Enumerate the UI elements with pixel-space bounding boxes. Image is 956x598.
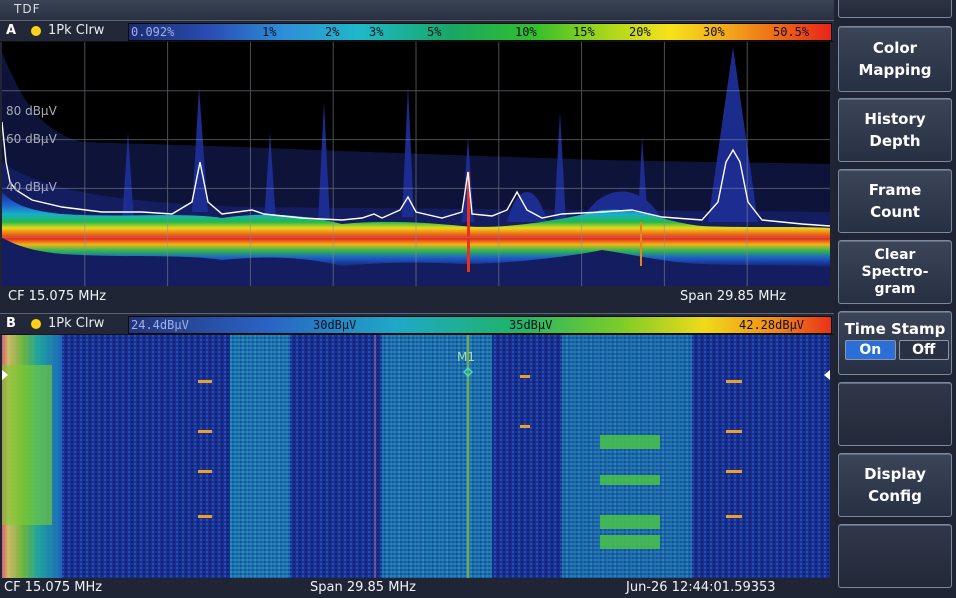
scale-a-tick: 15%	[573, 25, 595, 39]
scale-b-tick: 24.4dBµV	[131, 318, 189, 332]
pane-b-timestamp: Jun-26 12:44:01.59353	[626, 580, 776, 595]
pane-b-color-scale: 24.4dBµV 30dBµV 35dBµV 42.28dBµV	[128, 316, 832, 334]
history-depth-button[interactable]: History Depth	[838, 98, 952, 162]
y-label-40: 40 dBµV	[6, 180, 57, 194]
scale-a-tick: 5%	[427, 25, 442, 39]
display-config-button[interactable]: Display Config	[838, 453, 952, 517]
scale-a-tick: 10%	[515, 25, 537, 39]
y-label-60: 60 dBµV	[6, 132, 57, 146]
pane-b-trace-label: 1Pk Clrw	[48, 316, 105, 331]
scale-a-tick: 30%	[703, 25, 725, 39]
time-stamp-off[interactable]: Off	[898, 340, 949, 360]
scale-a-tick: 1%	[262, 25, 277, 39]
scale-b-tick: 30dBµV	[313, 318, 357, 332]
pane-a-letter: A	[6, 23, 17, 38]
pane-b-spectrogram[interactable]: M1	[2, 335, 830, 578]
pane-a-trace-label: 1Pk Clrw	[48, 23, 105, 38]
scale-a-tick: 50.5%	[773, 25, 810, 39]
time-stamp-softkey[interactable]: Time Stamp On Off	[838, 311, 952, 375]
softkey-top-blank[interactable]	[838, 0, 952, 18]
time-stamp-label: Time Stamp	[844, 320, 946, 338]
pane-b-center-frequency: CF 15.075 MHz	[4, 580, 103, 595]
time-stamp-on[interactable]: On	[845, 340, 896, 360]
softkey-panel: Color Mapping History Depth Frame Count …	[834, 0, 956, 598]
window-title-bar: TDF	[0, 0, 834, 21]
time-stamp-toggle[interactable]: On Off	[845, 340, 949, 360]
spectrogram-graph	[2, 335, 830, 578]
scale-b-tick: 42.28dBµV	[739, 318, 805, 332]
scale-b-tick: 35dBµV	[509, 318, 553, 332]
y-label-80: 80 dBµV	[6, 104, 57, 118]
pane-a-spectrum-plot[interactable]: 80 dBµV 60 dBµV 40 dBµV	[2, 42, 830, 286]
frame-count-button[interactable]: Frame Count	[838, 169, 952, 233]
trace-indicator-icon	[31, 319, 41, 329]
scale-a-tick: 0.092%	[131, 25, 175, 39]
softkey-blank-1[interactable]	[838, 382, 952, 446]
scale-a-tick: 20%	[629, 25, 651, 39]
window-title: TDF	[14, 2, 41, 16]
pane-a-color-scale: 0.092% 1% 2% 3% 5% 10% 15% 20% 30% 50.5%	[128, 23, 832, 41]
pane-a-span: Span 29.85 MHz	[680, 289, 787, 304]
trace-indicator-icon	[31, 26, 41, 36]
pane-a-center-frequency: CF 15.075 MHz	[8, 289, 107, 304]
color-mapping-button[interactable]: Color Mapping	[838, 26, 952, 92]
softkey-blank-2[interactable]	[838, 524, 952, 588]
pane-a-header: A 1Pk Clrw 0.092% 1% 2% 3% 5% 10% 15% 20…	[0, 20, 834, 42]
pane-b-letter: B	[6, 316, 16, 331]
scale-a-tick: 2%	[325, 25, 340, 39]
clear-spectrogram-button[interactable]: Clear Spectro- gram	[838, 240, 952, 304]
pane-b-span: Span 29.85 MHz	[310, 580, 417, 595]
scale-a-tick: 3%	[369, 25, 384, 39]
marker-m1-label: M1	[457, 350, 475, 364]
pane-b-header: B 1Pk Clrw 24.4dBµV 30dBµV 35dBµV 42.28d…	[0, 313, 834, 335]
spectrum-graph	[2, 42, 830, 286]
